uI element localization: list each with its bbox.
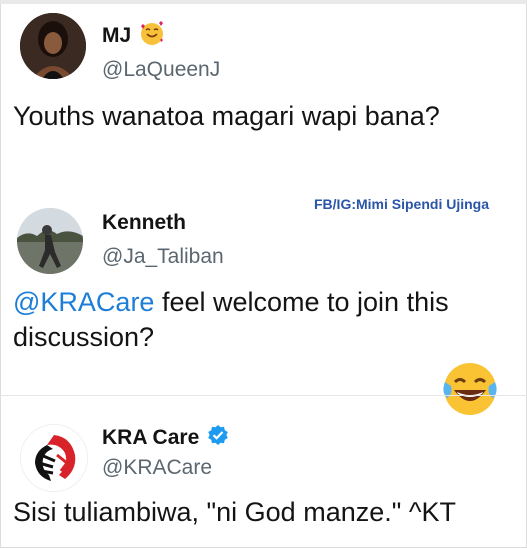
name-row: Kenneth: [102, 211, 186, 235]
avatar[interactable]: [20, 13, 86, 79]
tweet-kra-care[interactable]: KRA Care @KRACare Sisi tuliambiwa, "ni G…: [0, 400, 527, 548]
name-row: MJ: [102, 20, 165, 51]
tweet-text: Sisi tuliambiwa, "ni God manze." ^KT: [13, 497, 456, 527]
verified-badge-icon: [207, 424, 229, 451]
avatar[interactable]: [20, 424, 88, 492]
name-row: KRA Care: [102, 424, 229, 451]
user-handle[interactable]: @KRACare: [102, 456, 212, 480]
smiling-face-with-hearts-icon: [139, 20, 165, 51]
avatar[interactable]: [17, 208, 83, 274]
tweet-text: Youths wanatoa magari wapi bana?: [13, 101, 440, 131]
display-name[interactable]: MJ: [102, 24, 131, 48]
tweet-text: @KRACare feel welcome to join this discu…: [13, 285, 513, 355]
display-name[interactable]: Kenneth: [102, 211, 186, 235]
watermark-text: FB/IG:Mimi Sipendi Ujinga: [314, 196, 489, 212]
user-handle[interactable]: @Ja_Taliban: [102, 245, 224, 269]
tweet-mj[interactable]: MJ @LaQueenJ Youths wanatoa magari wapi …: [0, 0, 527, 180]
divider: [0, 395, 527, 396]
mention-link[interactable]: @KRACare: [13, 287, 154, 317]
user-handle[interactable]: @LaQueenJ: [102, 58, 220, 82]
display-name[interactable]: KRA Care: [102, 426, 199, 450]
